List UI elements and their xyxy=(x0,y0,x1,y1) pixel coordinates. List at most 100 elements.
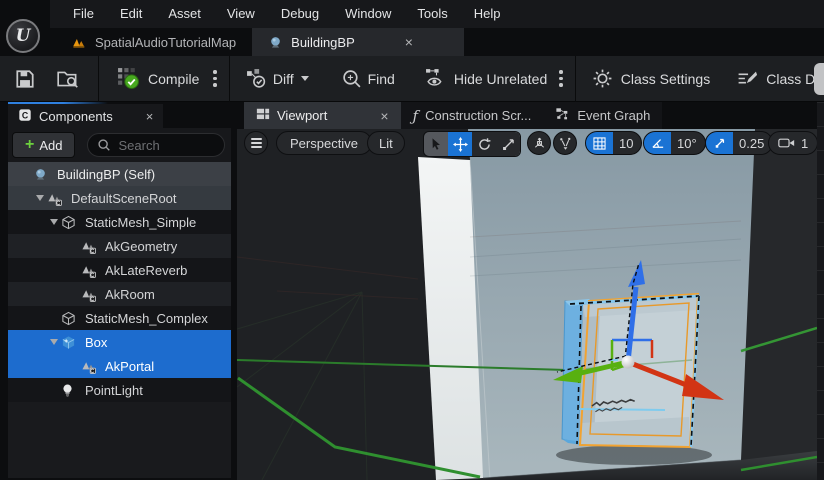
tree-row-DefaultSceneRoot[interactable]: DefaultSceneRoot xyxy=(8,186,231,210)
compile-icon[interactable] xyxy=(117,67,140,90)
hide-unrelated-kebab-icon[interactable] xyxy=(559,70,563,87)
world-local-axis-icon xyxy=(532,136,547,151)
scene-icon xyxy=(47,190,64,206)
camera-icon xyxy=(778,137,795,149)
scale-snap-control[interactable]: 0.25 xyxy=(705,131,773,155)
surface-snapping-button[interactable] xyxy=(553,131,577,155)
rotation-snap-control[interactable]: 10° xyxy=(643,131,706,155)
rotate-tool-button[interactable] xyxy=(472,132,496,156)
tab-components[interactable]: C Components × xyxy=(8,104,163,128)
close-icon[interactable]: × xyxy=(146,110,154,123)
tree-row-StaticMesh-Complex[interactable]: StaticMesh_Complex xyxy=(8,306,231,330)
diff-dropdown-caret-icon[interactable] xyxy=(301,76,309,81)
blueprint-icon xyxy=(268,35,283,50)
tree-row-Box[interactable]: Box xyxy=(8,330,231,354)
find-icon[interactable] xyxy=(341,68,362,89)
hide-unrelated-button[interactable]: Hide Unrelated xyxy=(454,71,547,87)
transform-tool-group xyxy=(423,131,521,157)
add-component-button[interactable]: + Add xyxy=(12,132,75,158)
tab-viewport[interactable]: Viewport× xyxy=(244,102,401,129)
browse-asset-button[interactable] xyxy=(56,68,80,90)
menu-item-view[interactable]: View xyxy=(214,0,268,28)
tree-row-StaticMesh-Simple[interactable]: StaticMesh_Simple xyxy=(8,210,231,234)
tree-row-AkLateReverb[interactable]: AkLateReverb xyxy=(8,258,231,282)
camera-speed-control[interactable]: 1 xyxy=(768,131,818,155)
search-icon xyxy=(97,138,111,152)
class-settings-button[interactable]: Class Settings xyxy=(621,71,710,87)
save-button[interactable] xyxy=(14,68,36,90)
find-button[interactable]: Find xyxy=(368,71,395,87)
blueprint-toolbar: Compile Diff Find Hide Unrelated Class S… xyxy=(0,56,824,102)
asset-tab-BuildingBP[interactable]: BuildingBP× xyxy=(252,28,464,56)
event-graph-icon xyxy=(555,107,570,124)
unreal-editor-window: FileEditAssetViewDebugWindowToolsHelp U … xyxy=(0,0,824,480)
tab-event-graph[interactable]: Event Graph xyxy=(543,102,662,129)
viewport-3d[interactable] xyxy=(237,129,817,480)
compile-button[interactable]: Compile xyxy=(148,71,199,87)
plus-icon: + xyxy=(25,137,34,153)
menu-item-help[interactable]: Help xyxy=(461,0,514,28)
class-defaults-pencil-icon[interactable] xyxy=(736,68,758,89)
viewport-options-button[interactable] xyxy=(244,131,268,155)
move-tool-button[interactable] xyxy=(448,132,472,156)
tree-row-AkGeometry[interactable]: AkGeometry xyxy=(8,234,231,258)
viewport-panel: Viewport×ƒConstruction Scr...Event Graph xyxy=(237,102,824,480)
asset-tab-SpatialAudioTutorialMap[interactable]: SpatialAudioTutorialMap xyxy=(56,28,252,56)
scene-icon xyxy=(81,358,98,374)
clipped-toolbar-button[interactable] xyxy=(814,63,824,95)
class-settings-gear-icon[interactable] xyxy=(592,68,613,89)
tree-row-AkPortal[interactable]: AkPortal xyxy=(8,354,231,378)
close-icon[interactable]: × xyxy=(380,109,388,123)
menu-item-tools[interactable]: Tools xyxy=(404,0,460,28)
angle-snap-icon xyxy=(644,132,671,154)
components-tab-icon: C xyxy=(18,108,32,125)
compile-options-kebab-icon[interactable] xyxy=(213,70,217,87)
cursor-icon xyxy=(429,137,443,151)
menu-item-window[interactable]: Window xyxy=(332,0,404,28)
tree-row-BuildingBP-Self-[interactable]: BuildingBP (Self) xyxy=(8,162,231,186)
toolbar-separator xyxy=(229,56,230,102)
perspective-selector[interactable]: Perspective xyxy=(276,131,372,155)
menu-item-asset[interactable]: Asset xyxy=(155,0,214,28)
scale-snap-icon xyxy=(706,132,733,154)
snap-icon xyxy=(558,136,573,151)
scene-icon xyxy=(81,262,98,278)
function-icon: ƒ xyxy=(413,107,419,125)
lit-mode-selector[interactable]: Lit xyxy=(367,131,405,155)
components-body: + Add BuildingBP (Self)DefaultSceneRootS… xyxy=(8,128,231,478)
expander-arrow-icon[interactable] xyxy=(46,219,61,225)
components-toolbar: + Add xyxy=(8,128,231,162)
components-tree: BuildingBP (Self)DefaultSceneRootStaticM… xyxy=(8,162,231,478)
grid-snap-icon xyxy=(586,132,613,154)
coordinate-system-button[interactable] xyxy=(527,131,551,155)
viewport-tabbar: Viewport×ƒConstruction Scr...Event Graph xyxy=(237,102,817,129)
toolbar-separator xyxy=(575,56,576,102)
expander-arrow-icon[interactable] xyxy=(46,339,61,345)
tree-row-AkRoom[interactable]: AkRoom xyxy=(8,282,231,306)
menu-item-file[interactable]: File xyxy=(60,0,107,28)
toolbar-separator xyxy=(98,56,99,102)
scene-icon xyxy=(81,286,98,302)
scale-tool-button[interactable] xyxy=(496,132,520,156)
rotate-icon xyxy=(477,137,492,152)
hide-unrelated-icon[interactable] xyxy=(425,68,448,89)
grid-snap-control[interactable]: 10 xyxy=(585,131,642,155)
diff-icon[interactable] xyxy=(246,68,267,89)
gizmo-center-sphere[interactable] xyxy=(622,356,635,369)
tab-construction-scr-[interactable]: ƒConstruction Scr... xyxy=(401,102,544,129)
select-tool-button[interactable] xyxy=(424,132,448,156)
close-icon[interactable]: × xyxy=(405,35,413,49)
menu-item-debug[interactable]: Debug xyxy=(268,0,332,28)
components-search xyxy=(87,133,225,157)
scene-icon xyxy=(81,238,98,254)
unreal-logo-icon: U xyxy=(6,19,40,53)
svg-text:C: C xyxy=(22,110,29,120)
menu-bar: FileEditAssetViewDebugWindowToolsHelp xyxy=(0,0,824,28)
menu-item-edit[interactable]: Edit xyxy=(107,0,155,28)
expander-arrow-icon[interactable] xyxy=(32,195,47,201)
components-tabbar: C Components × xyxy=(8,104,231,128)
tree-row-PointLight[interactable]: PointLight xyxy=(8,378,231,402)
right-panel-edge[interactable] xyxy=(817,102,824,480)
diff-button[interactable]: Diff xyxy=(273,71,294,87)
viewport-icon xyxy=(256,107,270,124)
